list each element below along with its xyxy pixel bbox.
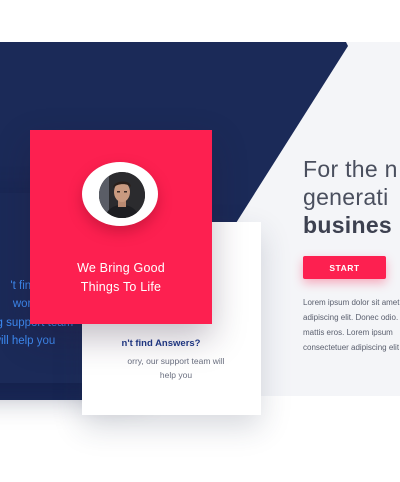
hero-heading-line: generati xyxy=(303,184,389,210)
hero-paragraph-line: consectetuer adipiscing elit xyxy=(303,343,400,352)
feature-card-title-line: We Bring Good xyxy=(77,261,165,275)
support-card-body-line: help you xyxy=(159,370,193,380)
support-card-body: orry, our support team will help you xyxy=(82,354,270,382)
avatar-ring xyxy=(82,162,158,226)
support-card-heading: n't find Answers? xyxy=(121,338,201,349)
hero-heading-emphasis: busines xyxy=(303,212,393,238)
landing-page: 't find worr nning support team will hel… xyxy=(0,0,400,482)
person-portrait-icon xyxy=(99,172,145,218)
start-button[interactable]: START xyxy=(303,256,386,279)
back-card-line: will help you xyxy=(0,335,56,347)
support-card-body-line: orry, our support team will xyxy=(127,356,225,366)
feature-card: We Bring Good Things To Life xyxy=(30,130,212,324)
hero-paragraph-line: Lorem ipsum dolor sit amet xyxy=(303,298,400,307)
avatar xyxy=(99,172,145,218)
hero-paragraph-line: adipiscing elit. Donec odio. xyxy=(303,313,399,322)
feature-card-title-line: Things To Life xyxy=(80,280,162,294)
hero-paragraph-line: mattis eros. Lorem ipsum xyxy=(303,328,393,337)
hero-heading-line: For the n xyxy=(303,156,398,182)
